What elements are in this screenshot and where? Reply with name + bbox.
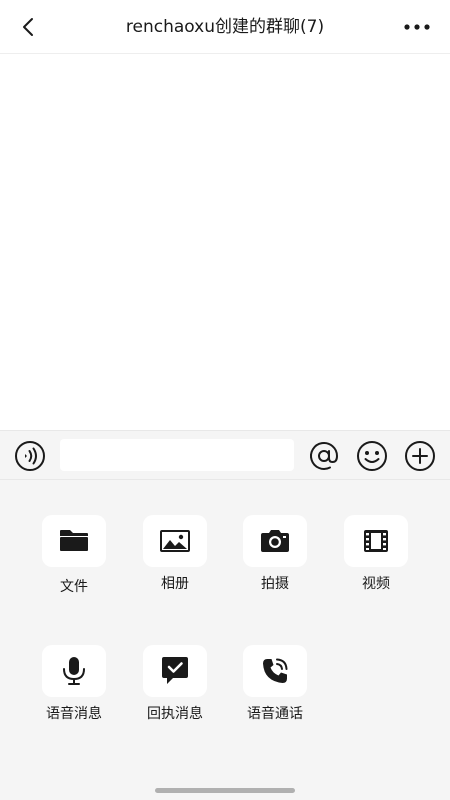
voice-message-option[interactable]: 语音消息 [29,645,119,745]
top-navigation-bar: renchaoxu创建的群聊(7) [0,0,450,54]
video-tile [344,515,408,567]
emoji-icon [357,441,387,471]
mention-button[interactable] [307,439,341,473]
voice-input-button[interactable] [13,439,47,473]
more-horizontal-icon [404,24,430,30]
emoji-button[interactable] [355,439,389,473]
chat-title: renchaoxu创建的群聊(7) [125,17,325,37]
receipt-check-icon [162,657,188,684]
message-input[interactable] [60,439,294,471]
capture-label: 拍摄 [261,576,289,592]
voice-call-option[interactable]: 语音通话 [230,645,320,745]
capture-tile [243,515,307,567]
plus-circle-icon [405,441,435,471]
camera-icon [261,530,289,552]
album-option[interactable]: 相册 [130,515,220,615]
album-label: 相册 [161,576,189,592]
voice-call-tile [243,645,307,697]
album-tile [143,515,207,567]
phone-call-icon [263,658,288,683]
back-button[interactable] [14,12,44,42]
more-actions-button[interactable] [403,439,437,473]
file-tile [42,515,106,567]
voice-message-tile [42,645,106,697]
film-icon [364,530,388,552]
at-sign-icon [310,441,339,470]
home-indicator [155,788,295,793]
chevron-left-icon [23,18,33,36]
voice-input-icon [15,441,45,471]
voice-call-label: 语音通话 [247,706,303,722]
video-label: 视频 [362,576,390,592]
voice-message-label: 语音消息 [46,706,102,722]
folder-icon [60,530,88,551]
file-option[interactable]: 文件 [29,515,119,615]
attachment-panel: 文件 相册 拍摄 视频 语音消息 回执消息 语音通话 [0,480,450,800]
message-list[interactable] [0,54,450,430]
microphone-icon [63,657,85,685]
receipt-message-tile [143,645,207,697]
more-button[interactable] [402,14,432,40]
input-toolbar [0,430,450,480]
receipt-message-label: 回执消息 [147,706,203,722]
video-option[interactable]: 视频 [331,515,421,615]
receipt-message-option[interactable]: 回执消息 [130,645,220,745]
image-icon [160,530,190,552]
file-label: 文件 [60,579,88,595]
capture-option[interactable]: 拍摄 [230,515,320,615]
